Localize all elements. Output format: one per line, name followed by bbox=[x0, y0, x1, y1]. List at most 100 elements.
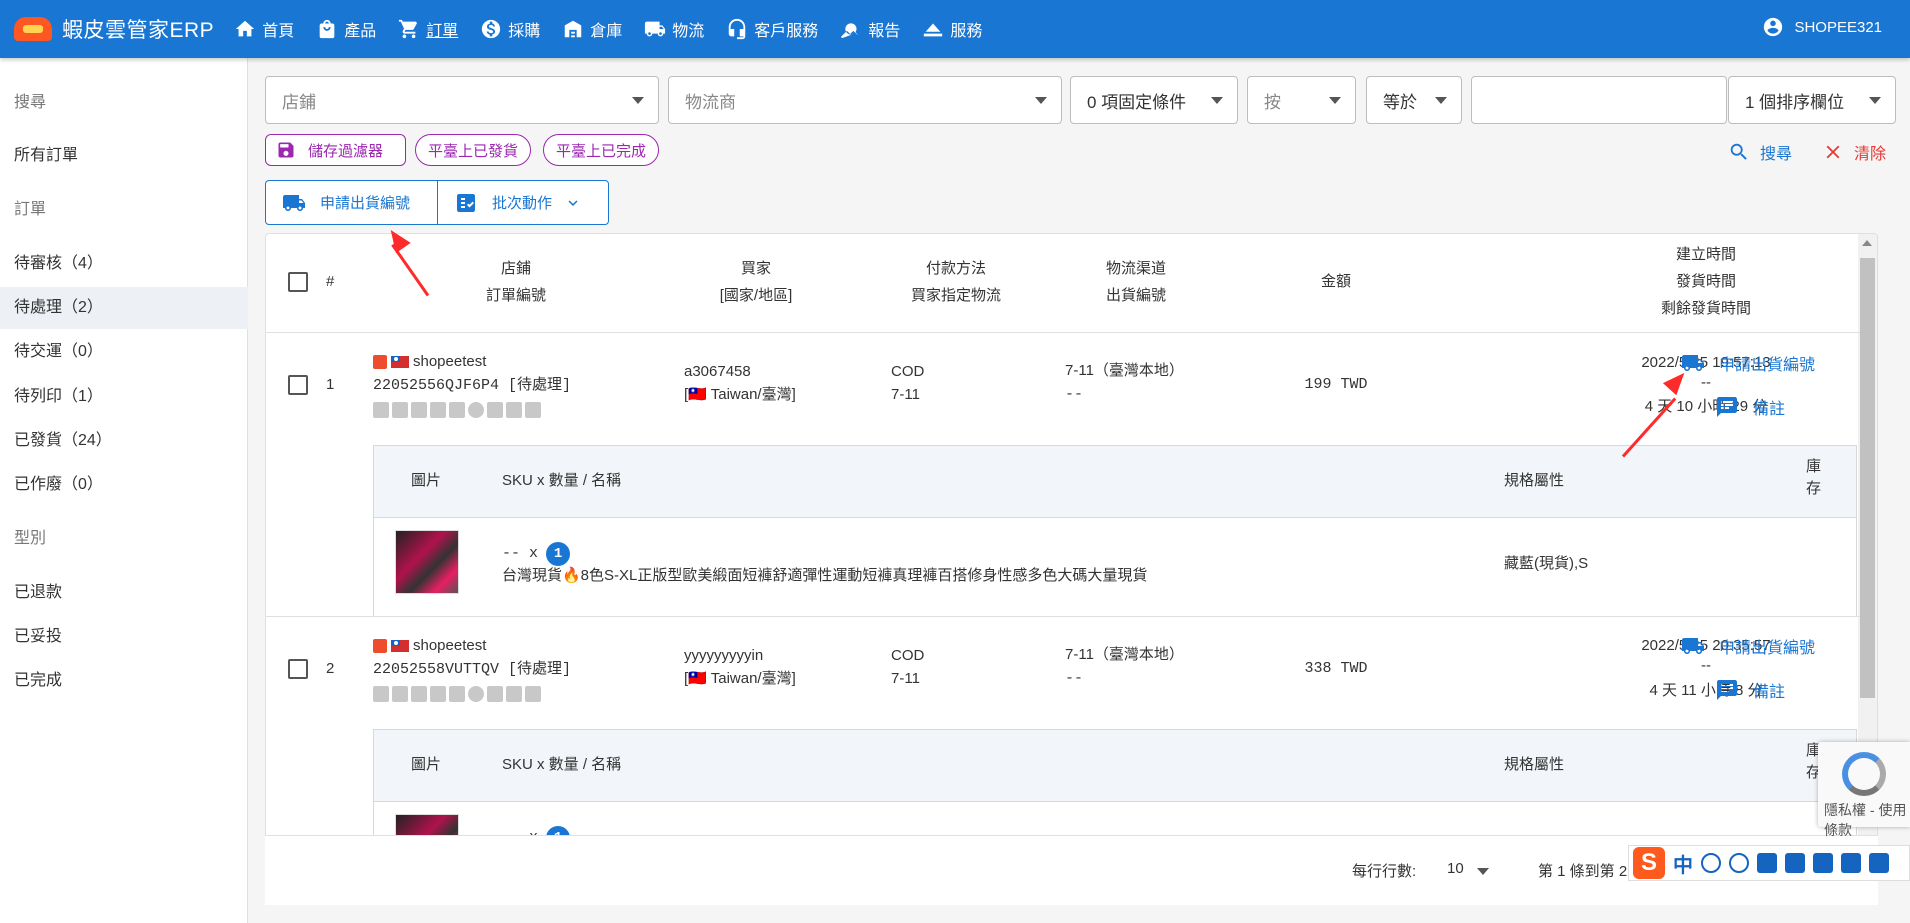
sidebar-item-all-orders[interactable]: 所有訂單 bbox=[0, 135, 248, 177]
sidebar-item-cancelled[interactable]: 已作廢（0） bbox=[0, 464, 248, 506]
truck-icon bbox=[645, 21, 666, 37]
col-header-country: [國家/地區] bbox=[719, 287, 793, 304]
row-checkbox[interactable] bbox=[288, 375, 308, 395]
apply-tracking-button[interactable]: 申請出貨編號 bbox=[266, 181, 437, 224]
search-button[interactable]: 搜尋 bbox=[1728, 140, 1792, 164]
upload-icon bbox=[411, 402, 427, 418]
top-navbar: 蝦皮雲管家ERP 首頁 產品 訂單 採購 倉庫 物流 客戶服務 報告 服務 SH… bbox=[0, 0, 1910, 58]
microphone-icon[interactable] bbox=[1757, 853, 1777, 873]
users-icon bbox=[525, 402, 541, 418]
clear-button[interactable]: 清除 bbox=[1822, 140, 1886, 164]
shop-select[interactable]: 店鋪 bbox=[265, 76, 659, 124]
nav-reports[interactable]: 報告 bbox=[840, 17, 900, 41]
comment-icon bbox=[1717, 397, 1737, 417]
sort-select[interactable]: 1 個排序欄位 bbox=[1728, 76, 1896, 124]
nav-warehouse[interactable]: 倉庫 bbox=[562, 17, 622, 41]
taiwan-flag-icon bbox=[391, 356, 409, 369]
scrollbar-thumb[interactable] bbox=[1860, 258, 1875, 698]
chevron-down-icon bbox=[568, 199, 578, 206]
sogou-logo-icon[interactable]: S bbox=[1633, 847, 1665, 879]
sidebar-item-processing[interactable]: 待處理（2） bbox=[0, 287, 248, 329]
cancel-icon bbox=[468, 686, 484, 702]
item-col-sku: SKU x 數量 / 名稱 bbox=[502, 756, 622, 773]
recaptcha-badge[interactable]: 隱私權 - 使用條款 bbox=[1818, 742, 1910, 838]
field-select[interactable]: 按 bbox=[1247, 76, 1356, 124]
row-channel: 7-11（臺灣本地） bbox=[1065, 362, 1184, 379]
nav-orders[interactable]: 訂單 bbox=[398, 17, 458, 41]
sidebar-item-to-ship[interactable]: 待交運（0） bbox=[0, 331, 248, 373]
nav-products[interactable]: 產品 bbox=[316, 17, 376, 41]
row-payment: COD bbox=[891, 363, 925, 380]
row-apply-tracking-button[interactable]: 申請出貨編號 bbox=[1681, 634, 1815, 658]
nav-logistics[interactable]: 物流 bbox=[644, 17, 704, 41]
row-note-button[interactable]: 備註 bbox=[1715, 395, 1785, 419]
warehouse-icon bbox=[565, 20, 582, 38]
cancel-icon bbox=[468, 402, 484, 418]
username: SHOPEE321 bbox=[1794, 18, 1882, 36]
upload-icon bbox=[411, 686, 427, 702]
save-filter-button[interactable]: 儲存過濾器 bbox=[265, 134, 406, 166]
dropdown-caret-icon[interactable] bbox=[1477, 868, 1489, 875]
row-apply-tracking-button[interactable]: 申請出貨編號 bbox=[1681, 351, 1815, 375]
dropdown-caret-icon bbox=[1211, 97, 1223, 104]
rows-per-page-select[interactable]: 10 bbox=[1447, 860, 1464, 877]
sidebar-item-shipped[interactable]: 已發貨（24） bbox=[0, 420, 248, 462]
row-index: 1 bbox=[326, 376, 335, 393]
ime-language-toggle[interactable]: 中 bbox=[1673, 849, 1693, 878]
grid-icon[interactable] bbox=[1869, 853, 1889, 873]
item-col-spec: 規格屬性 bbox=[1504, 756, 1565, 773]
filter-value-input[interactable] bbox=[1471, 76, 1727, 124]
chip-platform-completed[interactable]: 平臺上已完成 bbox=[543, 134, 660, 166]
dollar-icon bbox=[482, 19, 501, 39]
nav-services[interactable]: 服務 bbox=[922, 17, 982, 41]
item-header-row: 圖片 SKU x 數量 / 名稱 規格屬性 庫存 bbox=[374, 730, 1856, 802]
dropdown-caret-icon bbox=[1035, 97, 1047, 104]
user-icon[interactable] bbox=[1813, 853, 1833, 873]
sidebar-item-delivered[interactable]: 已妥投 bbox=[0, 616, 248, 658]
product-thumbnail[interactable] bbox=[395, 530, 459, 594]
row-note-button[interactable]: 備註 bbox=[1715, 678, 1785, 702]
emoji-icon[interactable] bbox=[1729, 853, 1749, 873]
conditions-select[interactable]: 0 項固定條件 bbox=[1070, 76, 1238, 124]
recaptcha-terms[interactable]: 隱私權 - 使用條款 bbox=[1824, 800, 1910, 840]
rows-per-page-label: 每行行數: bbox=[1352, 863, 1417, 880]
sidebar-item-completed[interactable]: 已完成 bbox=[0, 660, 248, 702]
nav-purchase[interactable]: 採購 bbox=[480, 17, 540, 41]
punctuation-icon[interactable] bbox=[1701, 853, 1721, 873]
operator-select[interactable]: 等於 bbox=[1366, 76, 1462, 124]
nav-home[interactable]: 首頁 bbox=[234, 17, 294, 41]
sidebar-item-refunded[interactable]: 已退款 bbox=[0, 572, 248, 614]
row-tracking: -- bbox=[1065, 386, 1084, 403]
shirt-icon[interactable] bbox=[1841, 853, 1861, 873]
account-circle-icon bbox=[1764, 17, 1783, 37]
row-amount: 199 TWD bbox=[1304, 376, 1368, 393]
qr-icon bbox=[392, 402, 408, 418]
batch-actions-button[interactable]: 批次動作 bbox=[438, 181, 608, 224]
keyboard-icon[interactable] bbox=[1785, 853, 1805, 873]
orders-table: # 店鋪 訂單編號 買家 [國家/地區] 付款方法 買家指定物流 物流渠道 出貨… bbox=[265, 233, 1878, 905]
row-buyer-logistics: 7-11 bbox=[891, 386, 920, 403]
row-order-no[interactable]: 22052556QJF6P4 [待處理] bbox=[373, 375, 571, 397]
cloud-upload-icon bbox=[924, 23, 943, 37]
item-spec: 藏藍(現貨),S bbox=[1504, 555, 1589, 572]
item-col-stock: 庫存 bbox=[1806, 458, 1822, 497]
select-all-checkbox[interactable] bbox=[288, 272, 308, 292]
scroll-up-arrow-icon[interactable] bbox=[1862, 240, 1872, 246]
item-header-row: 圖片 SKU x 數量 / 名稱 規格屬性 庫存 bbox=[374, 446, 1856, 518]
logistics-select[interactable]: 物流商 bbox=[668, 76, 1062, 124]
order-status-icons bbox=[373, 686, 541, 702]
row-order-no[interactable]: 22052558VUTTQV [待處理] bbox=[373, 659, 571, 681]
sidebar-item-pending-review[interactable]: 待審核（4） bbox=[0, 243, 248, 285]
brand[interactable]: 蝦皮雲管家ERP bbox=[14, 14, 214, 44]
chip-platform-shipped[interactable]: 平臺上已發貨 bbox=[415, 134, 532, 166]
shopee-icon bbox=[373, 355, 387, 370]
user-menu[interactable]: SHOPEE321 bbox=[1762, 16, 1882, 38]
row-shop: shopeetest bbox=[373, 351, 486, 373]
col-header-created: 建立時間 bbox=[1675, 246, 1736, 263]
row-shipped: -- bbox=[1701, 374, 1711, 391]
row-country: [🇹🇼 Taiwan/臺灣] bbox=[684, 386, 796, 403]
row-checkbox[interactable] bbox=[288, 659, 308, 679]
sidebar-item-to-print[interactable]: 待列印（1） bbox=[0, 376, 248, 418]
truck-icon bbox=[1682, 638, 1704, 654]
nav-customer-service[interactable]: 客戶服務 bbox=[726, 17, 818, 41]
